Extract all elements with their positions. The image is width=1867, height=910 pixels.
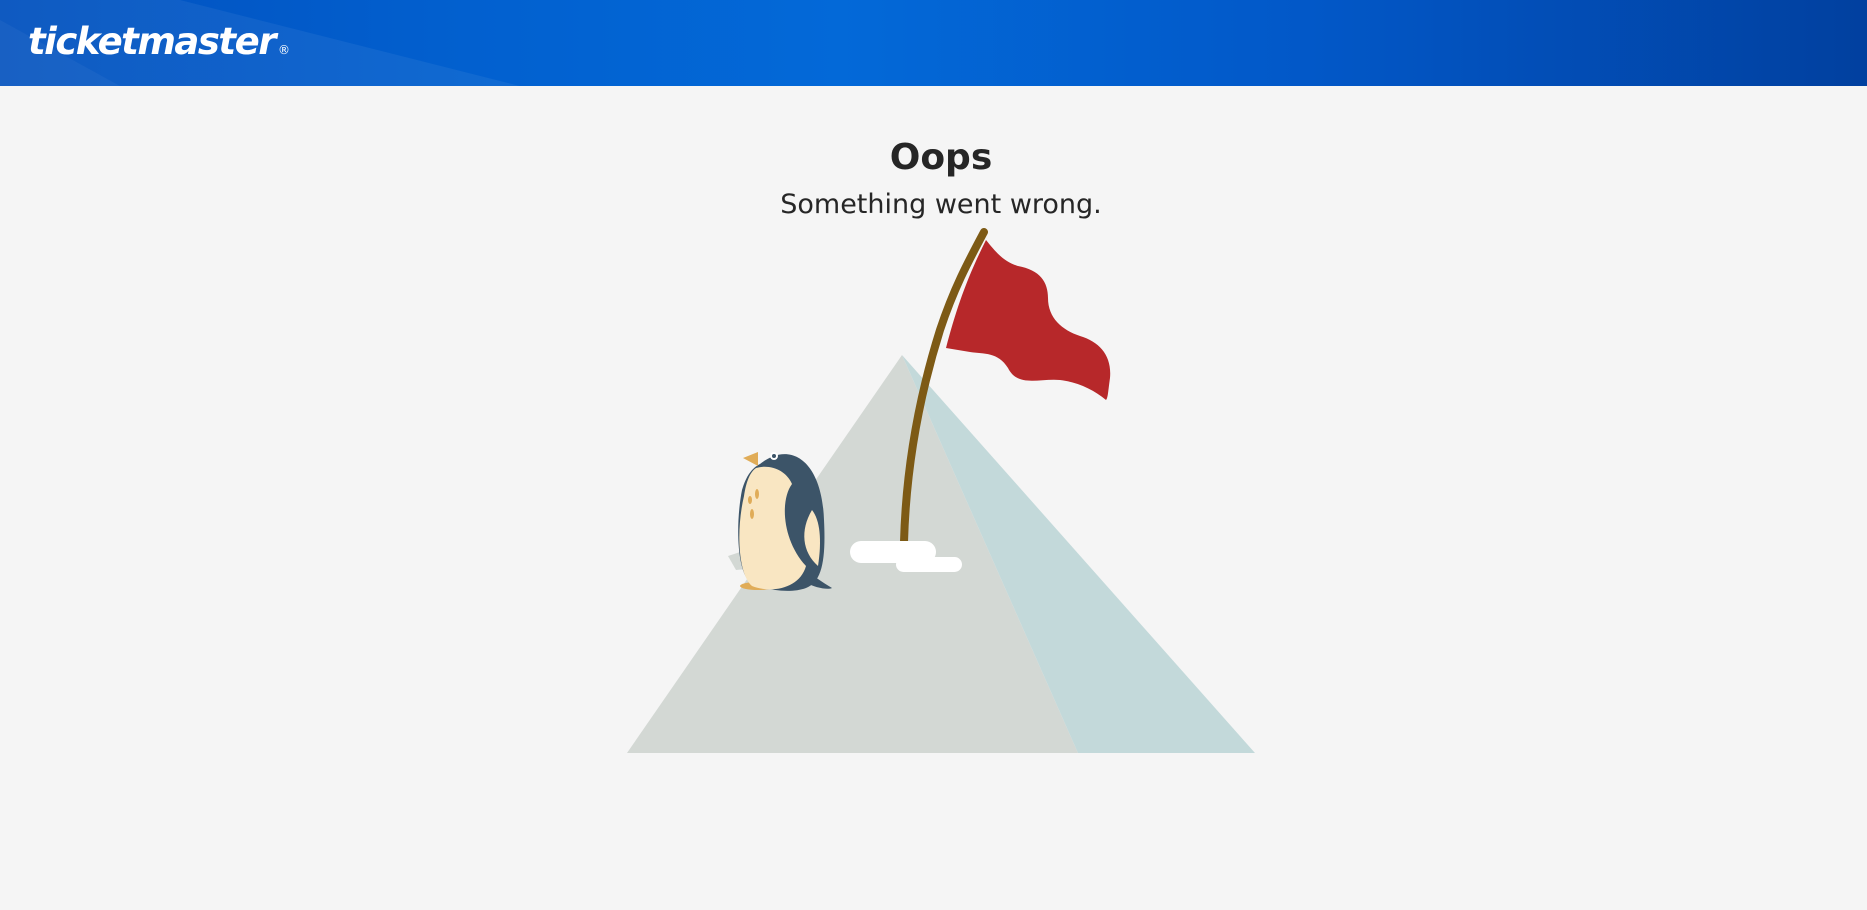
site-header: ticketmaster ® (0, 0, 1867, 86)
logo-wordmark: ticketmaster (28, 20, 276, 63)
error-page: Oops Something went wrong. (0, 86, 1867, 910)
error-title: Oops (889, 137, 993, 178)
registered-mark: ® (277, 43, 290, 57)
error-message: Something went wrong. (780, 189, 1102, 220)
ticketmaster-logo[interactable]: ticketmaster ® (28, 18, 290, 66)
